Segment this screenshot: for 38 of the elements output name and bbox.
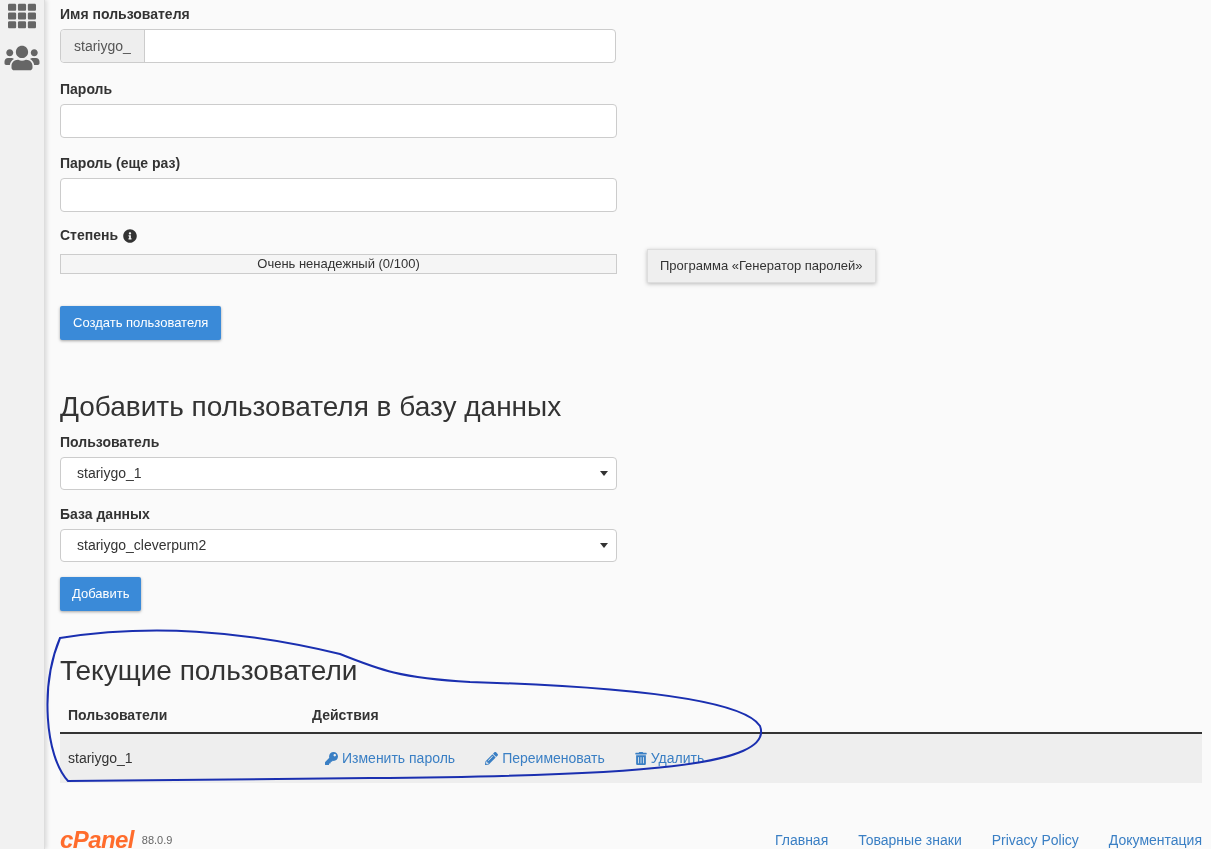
pencil-icon [485, 752, 499, 765]
select-field[interactable]: stariygo_1 [60, 457, 617, 490]
username-field[interactable]: stariygo_ [60, 29, 616, 63]
field-label: База данных [60, 506, 150, 523]
footer-link[interactable]: Документация [1108, 829, 1202, 849]
column-header: Действия [312, 706, 379, 725]
username-prefix: stariygo_ [61, 30, 145, 62]
field-label: Пользователь [60, 434, 160, 451]
column-header: Пользователи [68, 706, 169, 725]
action-link[interactable]: Переименовать [485, 748, 605, 769]
password-generator-button[interactable]: Программа «Генератор паролей» [647, 249, 876, 283]
users-icon[interactable] [4, 44, 40, 72]
caret-icon [600, 543, 608, 548]
field-label: Пароль [60, 81, 113, 98]
password-field[interactable] [60, 104, 617, 138]
trash-icon [634, 752, 647, 765]
field-label: Пароль (еще раз) [60, 155, 181, 172]
create-user-button[interactable]: Создать пользователя [60, 306, 222, 340]
section-title: Текущие пользователи [60, 654, 358, 688]
action-link[interactable]: Изменить пароль [325, 748, 456, 769]
footer-link[interactable]: Товарные знаки [858, 829, 962, 849]
version-text: 88.0.9 [141, 832, 173, 848]
user-name: stariygo_1 [68, 749, 134, 768]
section-title: Добавить пользователя в базу данных [60, 390, 562, 424]
action-link[interactable]: Удалить [634, 748, 705, 769]
caret-icon [600, 471, 608, 476]
password-field[interactable] [60, 178, 617, 212]
footer-link[interactable]: Главная [774, 829, 829, 849]
field-label: Имя пользователя [60, 6, 190, 23]
info-icon[interactable] [123, 228, 138, 243]
key-icon [325, 752, 338, 765]
add-button[interactable]: Добавить [60, 577, 142, 611]
select-field[interactable]: stariygo_cleverpum2 [60, 529, 617, 562]
strength-meter: Очень ненадежный (0/100) [60, 254, 617, 274]
cpanel-logo: cPanel [60, 827, 134, 849]
footer-link[interactable]: Privacy Policy [991, 829, 1079, 849]
grid-icon[interactable] [7, 2, 37, 30]
field-label: Степень [60, 227, 119, 244]
